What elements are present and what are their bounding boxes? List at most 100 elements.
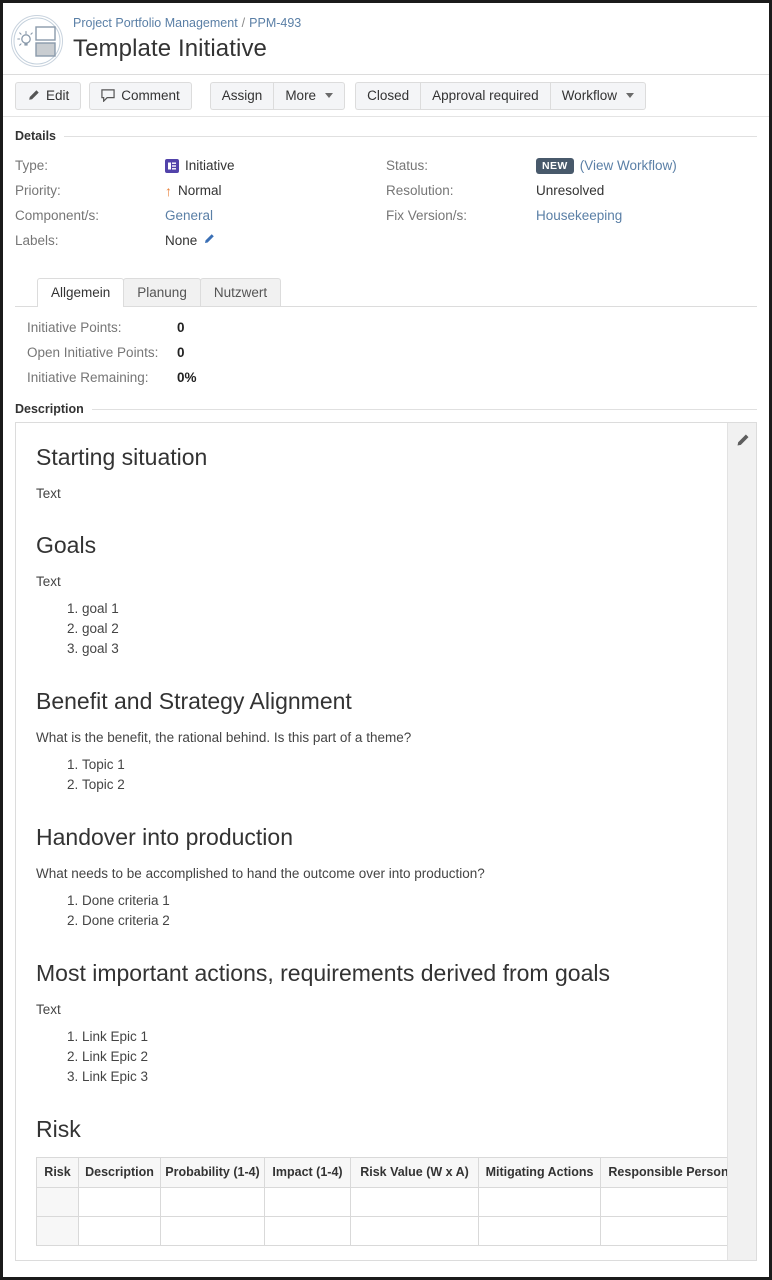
list-item: goal 3 xyxy=(82,639,698,659)
comment-button[interactable]: Comment xyxy=(89,81,192,110)
cell-risk-value xyxy=(350,1216,479,1246)
cell-probability xyxy=(160,1187,265,1217)
pencil-icon[interactable] xyxy=(735,433,750,451)
tab-panel-allgemein: Initiative Points: 0 Open Initiative Poi… xyxy=(15,307,757,390)
pencil-icon xyxy=(27,89,40,102)
field-value-initiative-remaining: 0% xyxy=(177,370,197,385)
assign-more-group: Assign More xyxy=(209,81,346,110)
approval-button-label: Approval required xyxy=(432,87,539,103)
cell-responsible-person xyxy=(600,1187,737,1217)
tab-nutzwert[interactable]: Nutzwert xyxy=(199,278,282,306)
breadcrumb-issue-key-link[interactable]: PPM-493 xyxy=(249,16,301,30)
comment-button-label: Comment xyxy=(121,87,180,103)
description-body: Starting situation Text Goals Text goal … xyxy=(15,422,757,1261)
issue-header: Project Portfolio Management / PPM-493 Tem… xyxy=(3,3,769,75)
closed-button-label: Closed xyxy=(367,87,410,103)
chevron-down-icon xyxy=(625,93,634,98)
component-link-general[interactable]: General xyxy=(165,208,213,223)
edit-button-label: Edit xyxy=(46,87,70,103)
description-block: Handover into production What needs to b… xyxy=(36,823,698,931)
list-item: Done criteria 1 xyxy=(82,891,698,911)
detail-row-resolution: Resolution: Unresolved xyxy=(386,178,757,203)
field-row-initiative-points: Initiative Points: 0 xyxy=(27,315,745,340)
detail-value-priority: Normal xyxy=(178,183,222,198)
detail-row-fix-versions: Fix Version/s: Housekeeping xyxy=(386,203,757,228)
description-paragraph: Text xyxy=(36,486,61,501)
list-item: Link Epic 1 xyxy=(82,1027,698,1047)
details-grid: Type: Initiative Priority: ↑ Normal Comp… xyxy=(3,149,769,253)
description-wrapper: Starting situation Text Goals Text goal … xyxy=(3,422,769,1261)
risk-heading: Risk xyxy=(36,1116,81,1142)
field-value-open-initiative-points: 0 xyxy=(177,345,185,360)
cell-description xyxy=(78,1216,161,1246)
detail-row-type: Type: Initiative xyxy=(15,153,386,178)
edit-button[interactable]: Edit xyxy=(15,81,82,110)
column-header-responsible-person: Responsible Person xyxy=(600,1157,737,1188)
cell-mitigating-actions xyxy=(478,1187,601,1217)
more-button[interactable]: More xyxy=(273,81,346,110)
priority-up-arrow-icon: ↑ xyxy=(165,182,172,199)
list-item: Link Epic 2 xyxy=(82,1047,698,1067)
description-heading: Handover into production xyxy=(36,824,293,850)
status-badge: NEW xyxy=(536,157,574,174)
detail-value-resolution: Unresolved xyxy=(536,183,605,198)
detail-value-type: Initiative xyxy=(185,158,235,173)
cell-risk xyxy=(36,1187,79,1217)
description-paragraph: Text xyxy=(36,1002,61,1017)
description-section-label: Description xyxy=(15,402,84,416)
detail-row-priority: Priority: ↑ Normal xyxy=(15,178,386,203)
initiative-type-icon xyxy=(165,158,179,173)
cell-impact xyxy=(264,1216,351,1246)
assign-button[interactable]: Assign xyxy=(209,81,274,110)
description-section-header: Description xyxy=(3,402,769,416)
description-heading: Most important actions, requirements der… xyxy=(36,960,610,986)
details-section-header: Details xyxy=(3,129,769,143)
detail-label-resolution: Resolution: xyxy=(386,183,454,198)
column-header-mitigating-actions: Mitigating Actions xyxy=(478,1157,601,1188)
breadcrumb-project-link[interactable]: Project Portfolio Management xyxy=(73,16,238,30)
custom-field-tabs-container: Allgemein Planung Nutzwert Initiative Po… xyxy=(3,263,769,390)
field-label-initiative-remaining: Initiative Remaining: xyxy=(27,370,149,385)
primary-actions-group: Edit Comment xyxy=(15,81,200,110)
description-edit-column[interactable] xyxy=(727,423,756,1260)
cell-probability xyxy=(160,1216,265,1246)
closed-transition-button[interactable]: Closed xyxy=(355,81,421,110)
workflow-button[interactable]: Workflow xyxy=(549,81,646,110)
table-row xyxy=(36,1216,737,1246)
list-item: goal 2 xyxy=(82,619,698,639)
table-row xyxy=(36,1187,737,1217)
approval-required-transition-button[interactable]: Approval required xyxy=(420,81,550,110)
cell-impact xyxy=(264,1187,351,1217)
column-header-risk-value: Risk Value (W x A) xyxy=(350,1157,479,1188)
column-header-description: Description xyxy=(78,1157,161,1188)
issue-page: Project Portfolio Management / PPM-493 Tem… xyxy=(0,0,772,1280)
fix-version-link-housekeeping[interactable]: Housekeeping xyxy=(536,208,622,223)
detail-label-type: Type: xyxy=(15,158,49,173)
detail-row-status: Status: NEW (View Workflow) xyxy=(386,153,757,178)
description-heading: Benefit and Strategy Alignment xyxy=(36,688,352,714)
risk-block: Risk Risk Description Probability (1-4) … xyxy=(36,1115,737,1246)
details-left-column: Type: Initiative Priority: ↑ Normal Comp… xyxy=(15,153,386,253)
field-label-initiative-points: Initiative Points: xyxy=(27,320,122,335)
section-divider xyxy=(64,135,757,137)
description-block: Most important actions, requirements der… xyxy=(36,959,698,1087)
cell-description xyxy=(78,1187,161,1217)
project-avatar-icon xyxy=(11,15,63,67)
list-item: Done criteria 2 xyxy=(82,911,698,931)
tab-allgemein[interactable]: Allgemein xyxy=(37,278,125,307)
description-paragraph: What needs to be accomplished to hand th… xyxy=(36,866,485,881)
detail-value-labels: None xyxy=(165,233,198,248)
field-label-open-initiative-points: Open Initiative Points: xyxy=(27,345,159,360)
issue-toolbar: Edit Comment Assign More Closed Approval… xyxy=(3,75,769,117)
chevron-down-icon xyxy=(325,93,334,98)
table-header-row: Risk Description Probability (1-4) Impac… xyxy=(36,1157,737,1188)
view-workflow-link[interactable]: (View Workflow) xyxy=(580,158,677,173)
field-row-initiative-remaining: Initiative Remaining: 0% xyxy=(27,365,745,390)
detail-label-priority: Priority: xyxy=(15,183,61,198)
labels-pencil-edit-icon[interactable] xyxy=(203,233,215,248)
detail-row-labels: Labels: None xyxy=(15,228,386,253)
description-block: Goals Text goal 1 goal 2 goal 3 xyxy=(36,531,698,659)
details-right-column: Status: NEW (View Workflow) Resolution: … xyxy=(386,153,757,253)
tab-planung[interactable]: Planung xyxy=(123,278,201,306)
description-block: Benefit and Strategy Alignment What is t… xyxy=(36,687,698,795)
